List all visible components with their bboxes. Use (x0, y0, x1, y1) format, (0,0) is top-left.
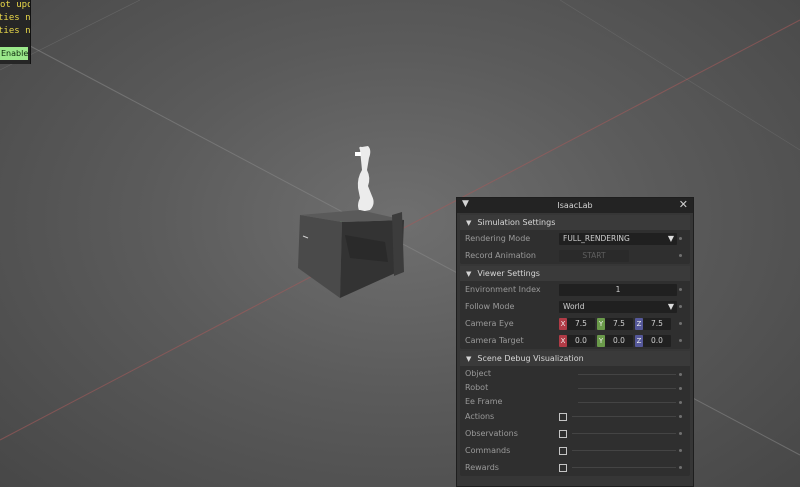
row-divider (572, 416, 676, 417)
camera-target-label: Camera Target (465, 336, 524, 345)
rewards-label: Rewards (465, 463, 499, 472)
section-title: Viewer Settings (477, 269, 540, 278)
warning-line: ot upda (0, 0, 30, 10)
warning-overlay: ot upda ties not c ties not c Enabled (0, 0, 31, 64)
debug-robot-row: Robot (460, 380, 690, 394)
debug-ee-frame-row: Ee Frame (460, 394, 690, 408)
debug-actions-row: Actions (460, 408, 690, 425)
object-label: Object (465, 368, 492, 378)
row-divider (578, 388, 676, 389)
reset-dot-icon[interactable] (679, 449, 682, 452)
debug-commands-row: Commands (460, 442, 690, 459)
camera-target-row: Camera Target X 0.0 Y 0.0 Z 0.0 (460, 332, 690, 349)
panel-titlebar[interactable]: ▼ IsaacLab ✕ (457, 198, 693, 213)
rendering-mode-dropdown[interactable]: FULL_RENDERING ▼ (559, 232, 677, 245)
environment-index-row: Environment Index 1 (460, 281, 690, 298)
section-title: Scene Debug Visualization (477, 354, 584, 363)
axis-x-label: X (559, 317, 567, 330)
triangle-down-icon: ▼ (466, 354, 472, 363)
camera-target-x-field[interactable]: 0.0 (567, 334, 595, 347)
reset-dot-icon[interactable] (679, 373, 682, 376)
environment-index-field[interactable]: 1 (559, 283, 677, 296)
environment-index-label: Environment Index (465, 285, 541, 294)
row-divider (578, 374, 676, 375)
axis-z-label: Z (635, 334, 643, 347)
row-divider (578, 402, 676, 403)
camera-target-z-field[interactable]: 0.0 (643, 334, 671, 347)
viewer-settings-section: ▼ Viewer Settings Environment Index 1 Fo… (460, 266, 690, 349)
follow-mode-value: World (563, 301, 585, 311)
object-box (298, 210, 404, 298)
axis-y-label: Y (597, 334, 605, 347)
warning-line: ties not c (0, 13, 31, 23)
actions-checkbox[interactable] (559, 412, 567, 421)
row-divider (572, 450, 676, 451)
commands-label: Commands (465, 446, 511, 455)
debug-observations-row: Observations (460, 425, 690, 442)
axis-z-label: Z (635, 317, 643, 330)
debug-rewards-row: Rewards (460, 459, 690, 476)
actions-label: Actions (465, 412, 495, 421)
rendering-mode-label: Rendering Mode (465, 234, 531, 243)
reset-dot-icon[interactable] (679, 237, 682, 240)
ee-frame-label: Ee Frame (465, 396, 503, 406)
follow-mode-label: Follow Mode (465, 302, 515, 311)
warning-line: ties not c (0, 26, 31, 36)
debug-object-row: Object (460, 366, 690, 380)
camera-eye-row: Camera Eye X 7.5 Y 7.5 Z 7.5 (460, 315, 690, 332)
axis-x-label: X (559, 334, 567, 347)
reset-dot-icon[interactable] (679, 288, 682, 291)
record-animation-label: Record Animation (465, 251, 536, 260)
follow-mode-dropdown[interactable]: World ▼ (559, 300, 677, 313)
reset-dot-icon[interactable] (679, 339, 682, 342)
camera-target-vector: X 0.0 Y 0.0 Z 0.0 (559, 334, 673, 347)
camera-eye-label: Camera Eye (465, 319, 514, 328)
viewer-settings-header[interactable]: ▼ Viewer Settings (460, 266, 690, 281)
camera-target-y-field[interactable]: 0.0 (605, 334, 633, 347)
commands-checkbox[interactable] (559, 446, 567, 455)
reset-dot-icon[interactable] (679, 387, 682, 390)
record-animation-row: Record Animation START (460, 247, 690, 264)
simulation-settings-header[interactable]: ▼ Simulation Settings (460, 215, 690, 230)
triangle-down-icon: ▼ (466, 218, 472, 227)
reset-dot-icon[interactable] (679, 322, 682, 325)
triangle-down-icon: ▼ (466, 269, 472, 278)
rewards-checkbox[interactable] (559, 463, 567, 472)
triangle-down-icon: ▼ (667, 301, 674, 311)
rendering-mode-value: FULL_RENDERING (563, 233, 630, 243)
reset-dot-icon[interactable] (679, 305, 682, 308)
axis-y-label: Y (597, 317, 605, 330)
reset-dot-icon[interactable] (679, 432, 682, 435)
observations-checkbox[interactable] (559, 429, 567, 438)
triangle-down-icon[interactable]: ▼ (462, 199, 469, 209)
reset-dot-icon[interactable] (679, 401, 682, 404)
isaaclab-panel: ▼ IsaacLab ✕ ▼ Simulation Settings Rende… (456, 197, 694, 487)
panel-title: IsaacLab (557, 201, 593, 210)
row-divider (572, 467, 676, 468)
follow-mode-row: Follow Mode World ▼ (460, 298, 690, 315)
rendering-mode-row: Rendering Mode FULL_RENDERING ▼ (460, 230, 690, 247)
start-button[interactable]: START (559, 249, 629, 262)
reset-dot-icon[interactable] (679, 466, 682, 469)
robot-label: Robot (465, 382, 489, 392)
scene-debug-section: ▼ Scene Debug Visualization Object Robot… (460, 351, 690, 476)
observations-label: Observations (465, 429, 518, 438)
camera-eye-z-field[interactable]: 7.5 (643, 317, 671, 330)
triangle-down-icon: ▼ (667, 233, 674, 243)
robot-arm (355, 146, 374, 212)
reset-dot-icon[interactable] (679, 415, 682, 418)
camera-eye-x-field[interactable]: 7.5 (567, 317, 595, 330)
section-title: Simulation Settings (477, 218, 556, 227)
enabled-badge[interactable]: Enabled (0, 47, 28, 60)
camera-eye-vector: X 7.5 Y 7.5 Z 7.5 (559, 317, 673, 330)
simulation-settings-section: ▼ Simulation Settings Rendering Mode FUL… (460, 215, 690, 264)
reset-dot-icon[interactable] (679, 254, 682, 257)
scene-debug-header[interactable]: ▼ Scene Debug Visualization (460, 351, 690, 366)
camera-eye-y-field[interactable]: 7.5 (605, 317, 633, 330)
close-icon[interactable]: ✕ (679, 198, 688, 211)
row-divider (572, 433, 676, 434)
